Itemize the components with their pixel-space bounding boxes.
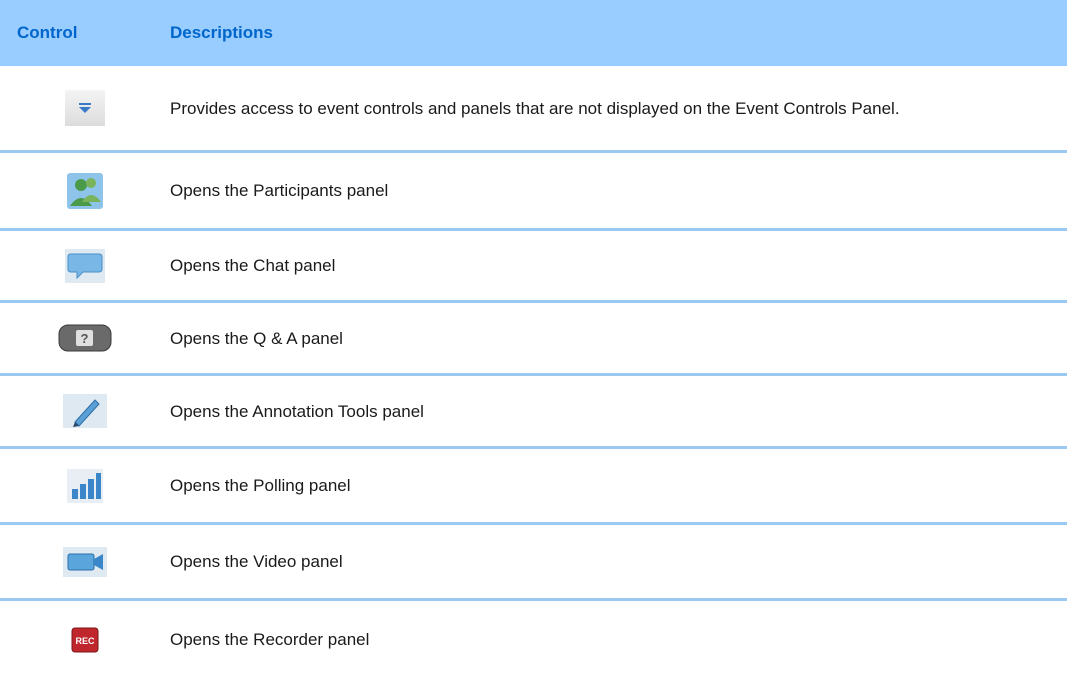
- row-description: Provides access to event controls and pa…: [170, 98, 900, 118]
- recorder-rec-icon: REC: [71, 627, 99, 652]
- chat-icon: [65, 248, 105, 283]
- header-control: Control: [17, 23, 78, 42]
- video-camera-icon: [63, 546, 107, 577]
- participants-icon: [67, 172, 103, 209]
- table-row: Opens the Polling panel: [0, 449, 1067, 525]
- row-description: Opens the Participants panel: [170, 181, 389, 200]
- row-description: Opens the Recorder panel: [170, 630, 370, 649]
- table-row: Opens the Video panel: [0, 525, 1067, 601]
- row-description: Opens the Polling panel: [170, 476, 351, 495]
- row-description: Opens the Chat panel: [170, 256, 336, 275]
- row-description: Opens the Q & A panel: [170, 328, 343, 348]
- table-row: Opens the Annotation Tools panel: [0, 376, 1067, 449]
- header-descriptions: Descriptions: [170, 23, 273, 42]
- table-row: Opens the Participants panel: [0, 153, 1067, 231]
- table-header: Control Descriptions: [0, 0, 1067, 66]
- svg-text:REC: REC: [75, 636, 95, 646]
- polling-bars-icon: [67, 468, 103, 503]
- qa-icon: ?: [58, 324, 112, 352]
- table-row: REC Opens the Recorder panel: [0, 601, 1067, 678]
- svg-text:?: ?: [81, 331, 89, 346]
- annotation-pencil-icon: [63, 394, 107, 428]
- more-controls-dropdown-icon: [65, 90, 105, 126]
- controls-table: Control Descriptions Provides access to …: [0, 0, 1067, 678]
- row-description: Opens the Annotation Tools panel: [170, 401, 424, 421]
- row-description: Opens the Video panel: [170, 552, 343, 571]
- table-row: ? Opens the Q & A panel: [0, 303, 1067, 376]
- table-row: Provides access to event controls and pa…: [0, 66, 1067, 153]
- table-row: Opens the Chat panel: [0, 231, 1067, 303]
